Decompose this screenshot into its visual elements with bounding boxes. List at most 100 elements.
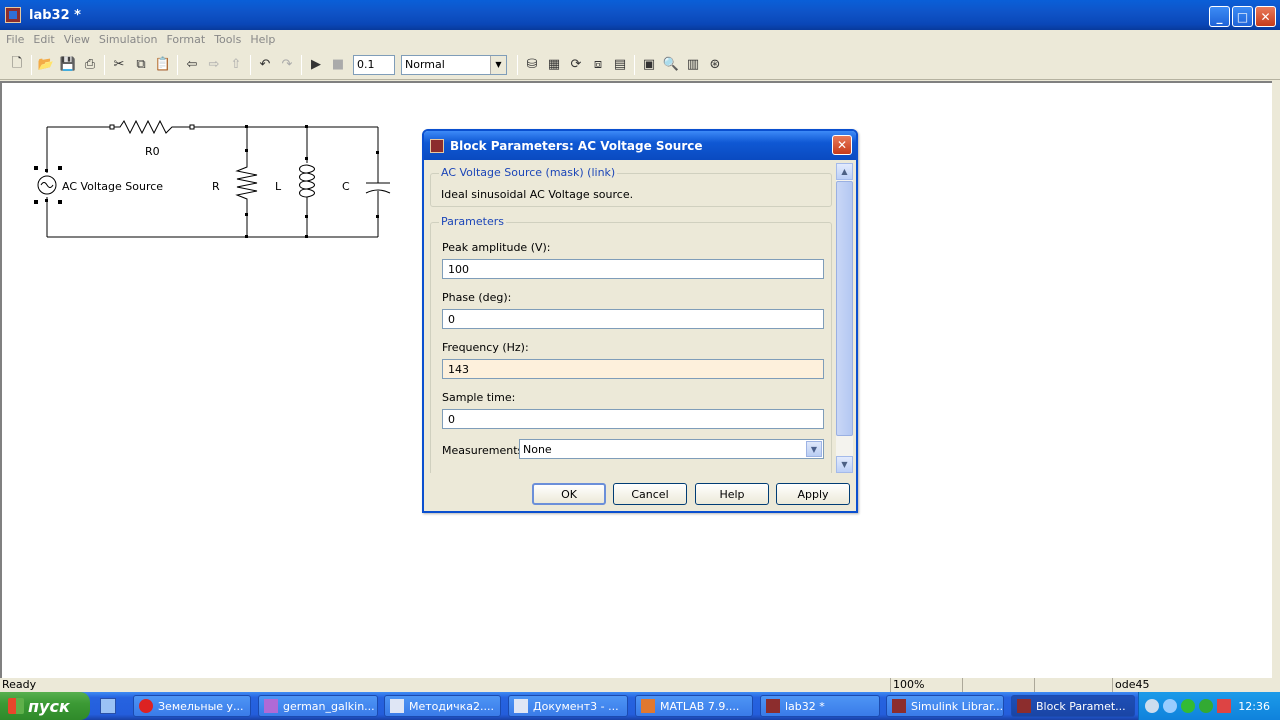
antivirus-icon[interactable] <box>1181 699 1195 713</box>
canvas-scrollbar[interactable] <box>1272 81 1280 678</box>
cut-icon[interactable]: ✂ <box>108 54 130 76</box>
taskbar-item[interactable]: MATLAB 7.9.... <box>635 695 753 717</box>
language-flag-icon[interactable] <box>1217 699 1231 713</box>
chevron-down-icon[interactable]: ▼ <box>490 55 506 74</box>
r0-block-label[interactable]: R0 <box>145 145 160 158</box>
undo-icon[interactable]: ↶ <box>254 54 276 76</box>
redo-icon[interactable]: ↷ <box>276 54 298 76</box>
menu-view[interactable]: View <box>60 33 95 46</box>
peak-amplitude-input[interactable]: 100 <box>442 259 824 279</box>
paste-icon[interactable]: 📋 <box>152 54 174 76</box>
sample-time-input[interactable]: 0 <box>442 409 824 429</box>
model-explorer-icon[interactable]: 🔍 <box>660 54 682 76</box>
refresh-icon[interactable]: ⟳ <box>565 54 587 76</box>
ok-button[interactable]: OK <box>532 483 606 505</box>
build-icon[interactable]: ⛁ <box>521 54 543 76</box>
minimize-button[interactable]: _ <box>1209 6 1230 27</box>
source-block-label[interactable]: AC Voltage Source <box>62 180 163 193</box>
library-browser-icon[interactable]: ▣ <box>638 54 660 76</box>
toolbar-separator <box>31 54 32 75</box>
dialog-close-button[interactable]: ✕ <box>832 135 852 155</box>
grid-icon[interactable]: ▤ <box>609 54 631 76</box>
tray-expand-icon[interactable] <box>1145 699 1159 713</box>
print-icon[interactable]: ⎙ <box>79 54 101 76</box>
phase-input[interactable]: 0 <box>442 309 824 329</box>
dialog-scrollbar[interactable]: ▲ ▼ <box>836 163 853 473</box>
new-model-icon[interactable]: 🗋 <box>6 54 28 76</box>
menu-tools[interactable]: Tools <box>210 33 246 46</box>
toolbar-separator <box>634 54 635 75</box>
show-desktop-icon[interactable] <box>100 698 116 714</box>
taskbar-item[interactable]: Документ3 - ... <box>508 695 628 717</box>
update-icon[interactable] <box>1199 699 1213 713</box>
menu-format[interactable]: Format <box>162 33 210 46</box>
dialog-title: Block Parameters: AC Voltage Source <box>450 138 703 153</box>
taskbar-item-label: Block Paramet... <box>1036 699 1126 713</box>
up-arrow-icon[interactable]: ⇧ <box>225 54 247 76</box>
sample-time-label: Sample time: <box>442 391 516 404</box>
menu-file[interactable]: File <box>2 33 29 46</box>
frequency-label: Frequency (Hz): <box>442 341 529 354</box>
network-icon[interactable] <box>1163 699 1177 713</box>
menu-simulation[interactable]: Simulation <box>95 33 163 46</box>
taskbar-item[interactable]: german_galkin... <box>258 695 378 717</box>
block-parameters-dialog: Block Parameters: AC Voltage Source ✕ AC… <box>422 129 858 513</box>
simulation-mode-value: Normal <box>405 57 445 71</box>
measurements-select[interactable]: None ▼ <box>519 439 824 459</box>
opera-icon <box>139 699 153 713</box>
open-folder-icon[interactable]: 📂 <box>35 54 57 76</box>
save-icon[interactable]: 💾 <box>57 54 79 76</box>
toolbar-separator <box>517 54 518 75</box>
title-bar[interactable]: lab32 * _ □ ✕ <box>0 0 1280 30</box>
start-simulation-icon[interactable]: ▶ <box>305 54 327 76</box>
apply-button[interactable]: Apply <box>776 483 850 505</box>
stop-simulation-icon[interactable]: ■ <box>327 54 349 76</box>
toolbar: 🗋 📂 💾 ⎙ ✂ ⧉ 📋 ⇦ ⇨ ⇧ ↶ ↷ ▶ ■ 0.1 Normal ▼… <box>0 50 1280 80</box>
cancel-button[interactable]: Cancel <box>613 483 687 505</box>
parameters-group-title: Parameters <box>439 215 506 228</box>
scroll-thumb[interactable] <box>836 181 853 436</box>
circuit-diagram <box>34 119 391 238</box>
simulink-app-icon <box>430 138 444 153</box>
maximize-button[interactable]: □ <box>1232 6 1253 27</box>
taskbar-item[interactable]: Методичка2.... <box>384 695 501 717</box>
advisor-icon[interactable]: ⊛ <box>704 54 726 76</box>
help-button[interactable]: Help <box>695 483 769 505</box>
taskbar: пуск Земельные у... german_galkin... Мет… <box>0 692 1280 720</box>
close-button[interactable]: ✕ <box>1255 6 1276 27</box>
taskbar-item[interactable]: Simulink Librar... <box>886 695 1004 717</box>
frequency-input[interactable]: 143 <box>442 359 824 379</box>
taskbar-item[interactable]: lab32 * <box>760 695 880 717</box>
scroll-up-icon[interactable]: ▲ <box>836 163 853 180</box>
c-block-label[interactable]: C <box>342 180 350 193</box>
measurements-value: None <box>523 443 552 456</box>
simulink-icon <box>1017 699 1031 713</box>
dialog-title-bar[interactable]: Block Parameters: AC Voltage Source <box>424 131 856 160</box>
simulation-mode-select[interactable]: Normal ▼ <box>401 54 507 75</box>
menu-help[interactable]: Help <box>246 33 280 46</box>
window-title: lab32 * <box>29 7 81 23</box>
copy-icon[interactable]: ⧉ <box>130 54 152 76</box>
forward-arrow-icon[interactable]: ⇨ <box>203 54 225 76</box>
simulink-app-icon <box>5 7 21 23</box>
update-diagram-icon[interactable]: ▦ <box>543 54 565 76</box>
system-tray: 12:36 <box>1138 692 1280 720</box>
chevron-down-icon[interactable]: ▼ <box>806 441 822 457</box>
start-button[interactable]: пуск <box>0 692 90 720</box>
block-description: Ideal sinusoidal AC Voltage source. <box>441 188 634 201</box>
scroll-down-icon[interactable]: ▼ <box>836 456 853 473</box>
menu-edit[interactable]: Edit <box>29 33 59 46</box>
status-cell <box>1034 678 1110 692</box>
stop-time-input[interactable]: 0.1 <box>353 54 395 75</box>
status-text: Ready <box>2 678 37 691</box>
r-block-label[interactable]: R <box>212 180 220 193</box>
taskbar-item-active[interactable]: Block Paramet... <box>1011 695 1135 717</box>
subsystem-icon[interactable]: ⧈ <box>587 54 609 76</box>
debugger-icon[interactable]: ▥ <box>682 54 704 76</box>
taskbar-item[interactable]: Земельные у... <box>133 695 251 717</box>
status-bar: Ready 100% ode45 <box>0 678 1280 692</box>
taskbar-item-label: german_galkin... <box>283 699 375 713</box>
back-arrow-icon[interactable]: ⇦ <box>181 54 203 76</box>
l-block-label[interactable]: L <box>275 180 281 193</box>
menu-bar: File Edit View Simulation Format Tools H… <box>0 30 1280 48</box>
